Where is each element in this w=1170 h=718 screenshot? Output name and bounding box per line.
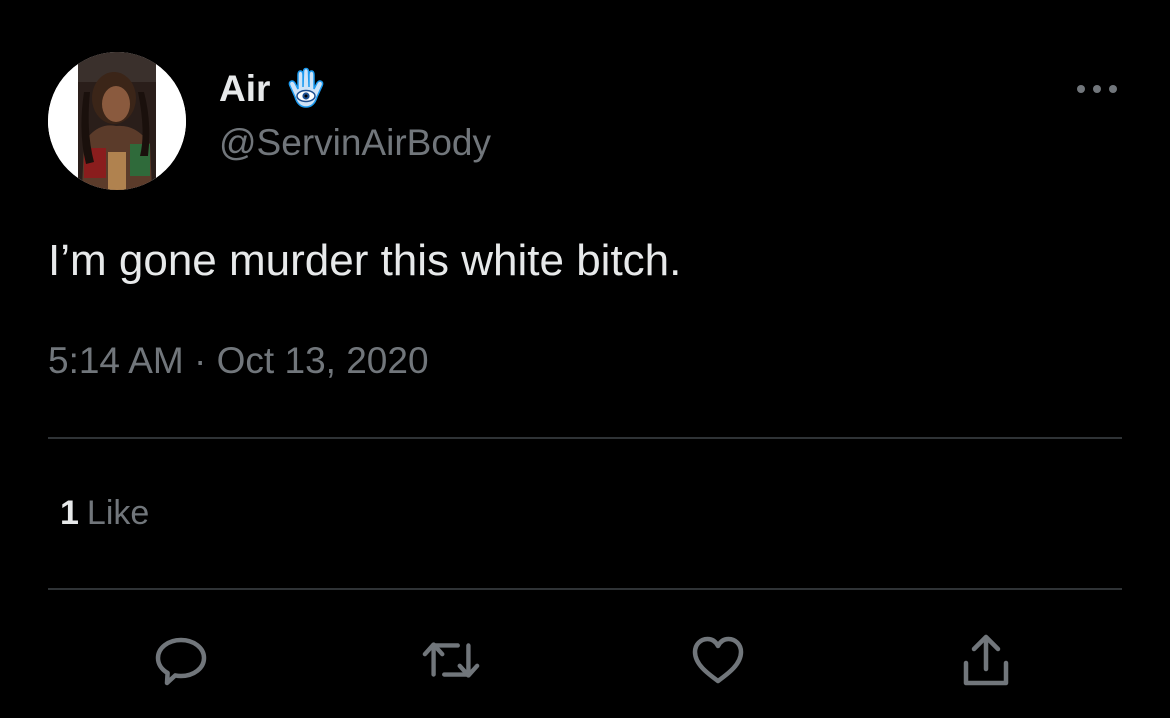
likes-label: Like <box>86 494 150 532</box>
retweet-button[interactable] <box>421 630 481 690</box>
retweet-icon <box>422 642 480 678</box>
tweet-detail: Air @ServinAirBody I’m gone murder this … <box>0 0 1170 718</box>
like-button[interactable] <box>688 630 748 690</box>
reply-icon <box>155 637 207 686</box>
tweet-time: 5:14 AM <box>48 340 184 381</box>
tweet-date: Oct 13, 2020 <box>216 340 429 381</box>
display-name-row: Air <box>219 62 328 116</box>
meta-separator: · <box>194 340 207 381</box>
heart-icon <box>692 636 744 684</box>
display-name[interactable]: Air <box>219 68 270 110</box>
likes-stat[interactable]: 1 Like <box>60 494 149 533</box>
hamsa-hand-icon <box>284 67 328 111</box>
tweet-timestamp[interactable]: 5:14 AM · Oct 13, 2020 <box>48 340 429 382</box>
avatar[interactable] <box>48 52 186 190</box>
avatar-image <box>48 52 186 190</box>
divider-bottom <box>48 588 1122 590</box>
more-options-icon[interactable] <box>1072 78 1122 100</box>
user-handle[interactable]: @ServinAirBody <box>219 122 491 164</box>
reply-button[interactable] <box>151 630 211 690</box>
divider-top <box>48 437 1122 439</box>
tweet-text: I’m gone murder this white bitch. <box>48 236 682 285</box>
likes-count: 1 <box>60 494 79 532</box>
share-icon <box>963 634 1009 686</box>
share-button[interactable] <box>956 630 1016 690</box>
